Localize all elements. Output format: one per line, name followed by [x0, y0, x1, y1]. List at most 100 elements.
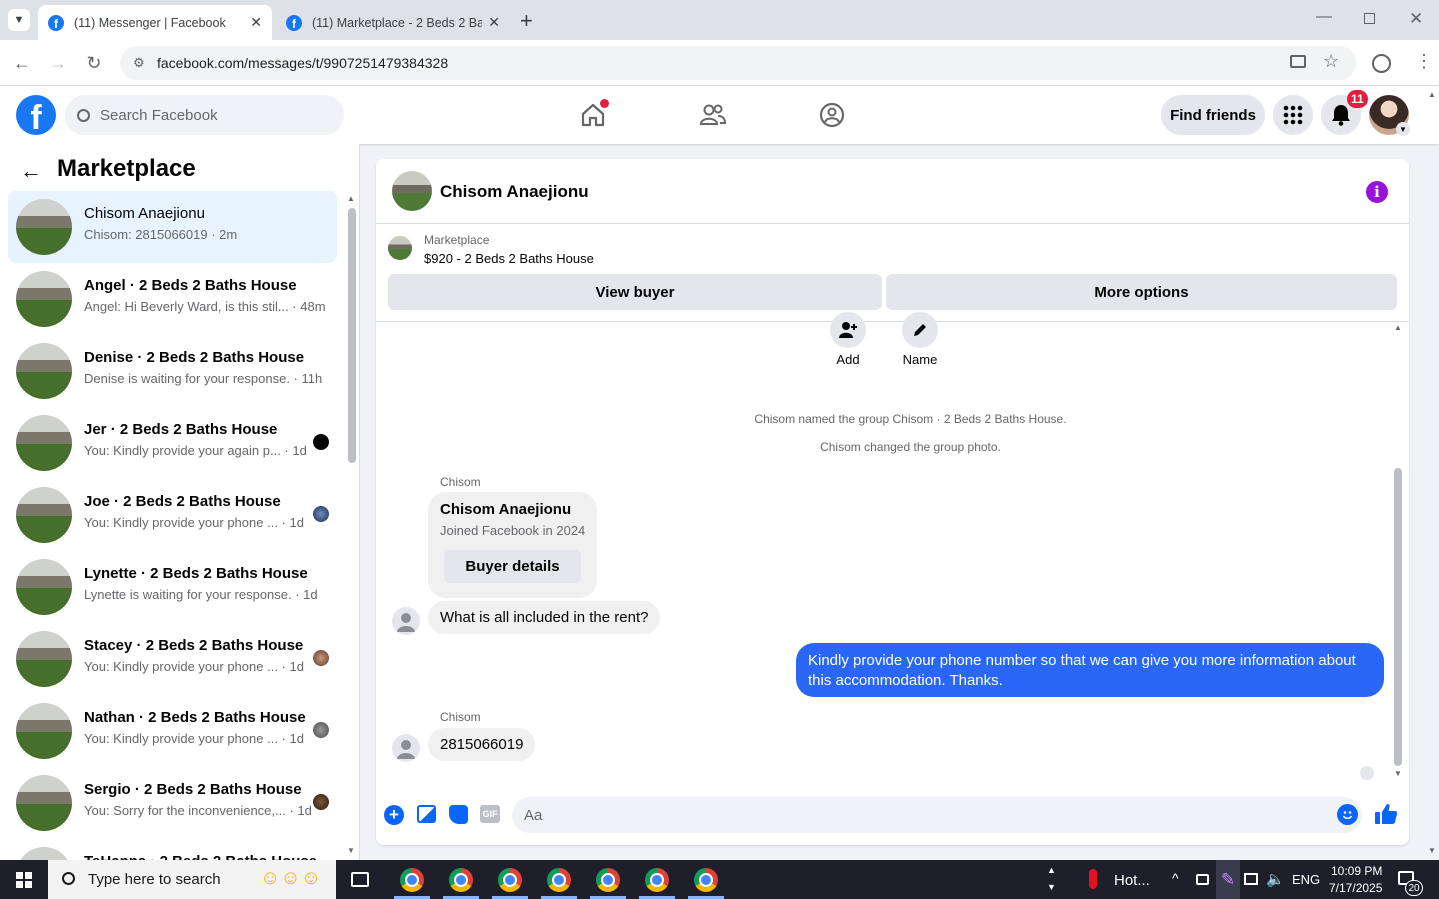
volume-icon[interactable]: 🔈: [1266, 870, 1285, 888]
outgoing-message[interactable]: Kindly provide your phone number so that…: [796, 643, 1384, 697]
incoming-message[interactable]: What is all included in the rent?: [428, 601, 661, 634]
tab-title: (11) Marketplace - 2 Beds 2 Bat: [312, 15, 483, 30]
listing-title[interactable]: $920 - 2 Beds 2 Baths House: [424, 251, 594, 266]
windows-start-icon[interactable]: [16, 872, 32, 888]
chrome-taskbar-icon[interactable]: [645, 868, 669, 892]
message-thread: Add Name Chisom named the group Chisom ·…: [376, 312, 1409, 780]
conversation-item[interactable]: Jer · 2 Beds 2 Baths House You: Kindly pr…: [8, 407, 337, 479]
name-group-button[interactable]: [902, 312, 938, 348]
language-indicator[interactable]: ENG: [1292, 872, 1320, 887]
search-icon: [77, 108, 90, 122]
sticker-icon[interactable]: [449, 805, 468, 824]
thread-scrollbar[interactable]: [1394, 468, 1402, 766]
scroll-down-arrow-icon[interactable]: ▼: [1394, 769, 1402, 778]
forward-icon[interactable]: →: [46, 51, 70, 75]
chrome-taskbar-icon[interactable]: [449, 868, 473, 892]
conversation-item[interactable]: Stacey · 2 Beds 2 Baths House You: Kindly…: [8, 623, 337, 695]
restore-icon[interactable]: [1364, 13, 1375, 24]
minimize-icon[interactable]: —: [1316, 8, 1332, 26]
menu-grid-button[interactable]: [1273, 95, 1313, 135]
chat-avatar[interactable]: [392, 171, 432, 211]
more-options-button[interactable]: More options: [886, 274, 1397, 310]
taskbar-scroll-icon[interactable]: ▲ ▼: [1047, 862, 1056, 896]
friends-icon[interactable]: [694, 96, 732, 134]
add-people-button[interactable]: [830, 312, 866, 348]
taskbar-search-input[interactable]: Type here to search ☺☺☺: [48, 860, 336, 899]
reload-icon[interactable]: ↻: [82, 51, 106, 75]
more-actions-plus-icon[interactable]: +: [384, 805, 404, 825]
pen-app-icon[interactable]: ✎: [1216, 860, 1240, 899]
browser-menu-icon[interactable]: ⋮: [1415, 51, 1433, 72]
chat-panel: Chisom Anaejionu i Marketplace $920 - 2 …: [376, 159, 1409, 845]
clock-date[interactable]: 7/17/2025: [1329, 881, 1382, 895]
chrome-taskbar-icon[interactable]: [694, 868, 718, 892]
like-thumbs-up-icon[interactable]: [1374, 803, 1398, 830]
tab-marketplace[interactable]: f (11) Marketplace - 2 Beds 2 Bat ✕: [276, 5, 510, 40]
install-app-icon[interactable]: [1290, 55, 1306, 68]
emoji-icon[interactable]: [1337, 804, 1358, 825]
windows-taskbar: Type here to search ☺☺☺ ▲ ▼ Hot... ^ ✎ 🔈 …: [0, 860, 1439, 899]
close-tab-icon[interactable]: ✕: [488, 14, 500, 31]
weather-label[interactable]: Hot...: [1114, 872, 1150, 889]
sender-avatar[interactable]: [392, 734, 420, 762]
gif-icon[interactable]: GIF: [480, 805, 500, 823]
scroll-down-arrow-icon[interactable]: ▼: [347, 846, 355, 855]
conversation-item[interactable]: Lynette · 2 Beds 2 Baths House Lynette is…: [8, 551, 337, 623]
conversation-item[interactable]: Nathan · 2 Beds 2 Baths House You: Kindly…: [8, 695, 337, 767]
conversation-preview: You: Kindly provide your phone ... · 1d: [84, 515, 304, 530]
back-icon[interactable]: ←: [10, 51, 34, 75]
find-friends-button[interactable]: Find friends: [1161, 95, 1265, 135]
chrome-taskbar-icon[interactable]: [400, 868, 424, 892]
scroll-up-arrow-icon[interactable]: ▲: [1394, 323, 1402, 332]
message-composer-input[interactable]: Aa: [512, 797, 1362, 833]
tab-messenger[interactable]: f (11) Messenger | Facebook ✕: [38, 5, 272, 40]
tab-search-dropdown-icon[interactable]: ▼: [8, 9, 30, 31]
conversation-item[interactable]: Sergio · 2 Beds 2 Baths House You: Sorry …: [8, 767, 337, 839]
chat-contact-name[interactable]: Chisom Anaejionu: [440, 182, 589, 202]
site-info-icon[interactable]: ⚙: [133, 55, 145, 71]
view-buyer-button[interactable]: View buyer: [388, 274, 882, 310]
taskbar-search-placeholder: Type here to search: [88, 871, 221, 888]
account-chevron-down-icon[interactable]: ▼: [1396, 122, 1410, 136]
conversation-item[interactable]: TeHanna · 2 Beds 2 Baths House: [8, 839, 337, 860]
conversation-list-scrollbar[interactable]: [348, 208, 356, 463]
sender-avatar[interactable]: [392, 607, 420, 635]
thermometer-icon[interactable]: [1089, 869, 1097, 889]
close-window-icon[interactable]: ✕: [1409, 9, 1423, 29]
page-scroll-up-icon[interactable]: ▲: [1428, 90, 1436, 99]
listing-thumbnail[interactable]: [388, 236, 412, 260]
incoming-message[interactable]: 2815066019: [428, 728, 536, 761]
buyer-details-button[interactable]: Buyer details: [444, 550, 581, 583]
facebook-search-input[interactable]: Search Facebook: [65, 95, 344, 135]
close-tab-icon[interactable]: ✕: [250, 14, 262, 31]
panel-title: Marketplace: [57, 155, 196, 182]
conversation-item[interactable]: Chisom Anaejionu Chisom: 2815066019 · 2m: [8, 191, 337, 263]
back-arrow-icon[interactable]: ←: [20, 158, 42, 184]
chrome-taskbar-icon[interactable]: [498, 868, 522, 892]
conversation-item[interactable]: Angel · 2 Beds 2 Baths House Angel: Hi Be…: [8, 263, 337, 335]
system-message: Chisom named the group Chisom · 2 Beds 2…: [754, 412, 1067, 426]
conversation-info-icon[interactable]: i: [1366, 181, 1388, 203]
meet-now-icon[interactable]: [1196, 874, 1209, 885]
facebook-logo[interactable]: f: [16, 95, 56, 135]
chrome-taskbar-icon[interactable]: [596, 868, 620, 892]
conversation-item[interactable]: Joe · 2 Beds 2 Baths House You: Kindly pr…: [8, 479, 337, 551]
bookmark-star-icon[interactable]: ☆: [1323, 51, 1339, 72]
url-field[interactable]: ⚙ facebook.com/messages/t/99072514793843…: [120, 46, 1356, 80]
network-icon[interactable]: [1244, 873, 1258, 885]
show-hidden-icons-icon[interactable]: ^: [1172, 870, 1179, 886]
profile-icon[interactable]: [1372, 54, 1391, 73]
chrome-taskbar-icon[interactable]: [547, 868, 571, 892]
groups-icon[interactable]: [813, 96, 851, 134]
task-view-icon[interactable]: [351, 872, 369, 887]
attach-photo-icon[interactable]: [417, 805, 436, 823]
conversation-preview: Angel: Hi Beverly Ward, is this stil... …: [84, 299, 326, 314]
page-scroll-down-icon[interactable]: ▼: [1428, 846, 1436, 855]
composer-placeholder: Aa: [524, 806, 543, 824]
scroll-up-arrow-icon[interactable]: ▲: [347, 194, 355, 203]
new-tab-icon[interactable]: +: [520, 8, 533, 34]
conversation-item[interactable]: Denise · 2 Beds 2 Baths House Denise is w…: [8, 335, 337, 407]
notification-count-badge: 11: [1347, 90, 1368, 108]
conversation-avatar: [16, 559, 72, 615]
clock-time[interactable]: 10:09 PM: [1331, 864, 1382, 878]
